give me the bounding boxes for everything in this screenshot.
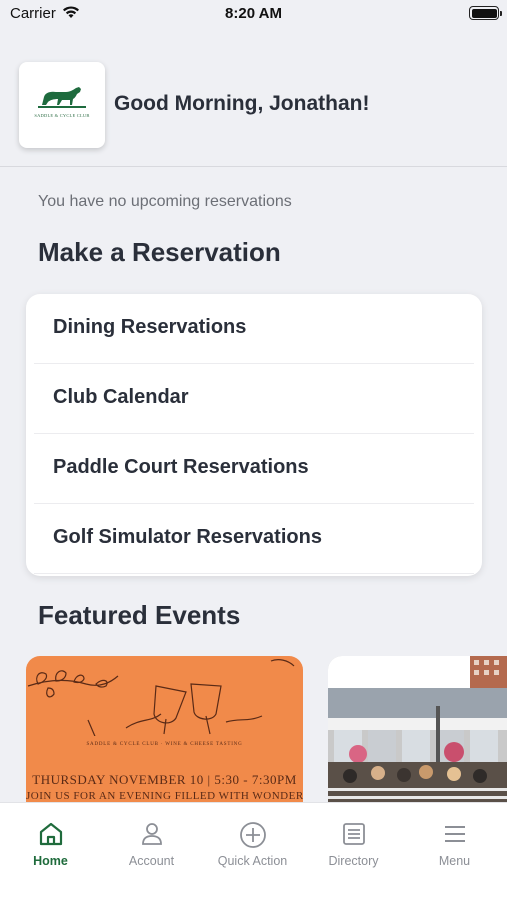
tab-quick-action[interactable]: Quick Action: [202, 803, 303, 883]
item-divider: [34, 573, 474, 574]
header-divider: [0, 166, 507, 167]
home-icon: [38, 821, 64, 852]
event-subtitle: SADDLE & CYCLE CLUB · WINE & CHEESE TAST…: [86, 742, 243, 747]
bottom-tab-bar: Home Account Quick Action Directory Menu: [0, 802, 507, 900]
home-header: SADDLE & CYCLE CLUB Good Morning, Jonath…: [19, 62, 489, 148]
menu-icon: [442, 821, 468, 852]
logo-wordmark: SADDLE & CYCLE CLUB: [34, 113, 90, 118]
event-date: THURSDAY NOVEMBER 10 | 5:30 - 7:30PM: [32, 772, 297, 787]
reservation-item-label: Club Calendar: [53, 386, 189, 408]
make-reservation-heading: Make a Reservation: [38, 237, 281, 267]
account-icon: [139, 821, 165, 852]
status-bar: Carrier 8:20 AM: [0, 0, 507, 30]
club-logo[interactable]: SADDLE & CYCLE CLUB: [19, 62, 105, 148]
reservation-item-label: Paddle Court Reservations: [53, 456, 309, 478]
greeting-text: Good Morning, Jonathan!: [114, 92, 370, 115]
directory-icon: [341, 821, 367, 852]
featured-events-carousel[interactable]: SADDLE & CYCLE CLUB · WINE & CHEESE TAST…: [0, 656, 507, 802]
reservation-item-label: Golf Simulator Reservations: [53, 526, 322, 548]
battery-icon: [469, 6, 502, 20]
tab-directory[interactable]: Directory: [303, 803, 404, 883]
no-reservations-message: You have no upcoming reservations: [38, 193, 292, 210]
featured-events-heading: Featured Events: [38, 600, 241, 630]
golf-simulator-reservations-item[interactable]: Golf Simulator Reservations: [26, 504, 482, 574]
tab-label: Menu: [438, 854, 471, 868]
paddle-court-reservations-item[interactable]: Paddle Court Reservations: [26, 434, 482, 504]
horse-logo-icon: [38, 87, 86, 108]
tab-home[interactable]: Home: [0, 803, 101, 883]
event-card-wine-tasting[interactable]: SADDLE & CYCLE CLUB · WINE & CHEESE TAST…: [26, 656, 303, 802]
tab-account[interactable]: Account: [101, 803, 202, 883]
club-calendar-item[interactable]: Club Calendar: [26, 364, 482, 434]
event-card-patio-party[interactable]: [328, 656, 507, 802]
plus-circle-icon: [239, 821, 267, 854]
reservation-item-label: Dining Reservations: [53, 316, 247, 338]
tab-label: Account: [128, 854, 175, 868]
status-time: 8:20 AM: [225, 5, 282, 22]
patio-photo: [328, 656, 507, 802]
leaf-illustration-icon: [27, 659, 295, 736]
tab-menu[interactable]: Menu: [404, 803, 505, 883]
dining-reservations-item[interactable]: Dining Reservations: [26, 294, 482, 364]
tab-label: Quick Action: [217, 854, 288, 868]
tab-label: Directory: [328, 854, 379, 868]
event-tagline: JOIN US FOR AN EVENING FILLED WITH WONDE…: [26, 790, 303, 802]
tab-label: Home: [33, 854, 68, 868]
reservation-options-card: Dining Reservations Club Calendar Paddle…: [26, 294, 482, 576]
